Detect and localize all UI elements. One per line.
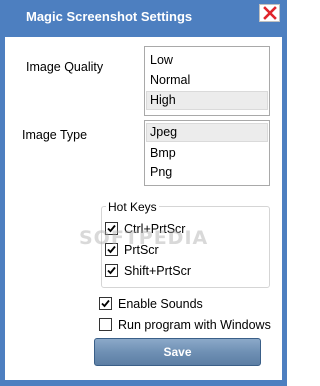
run-with-windows-checkbox[interactable]: [99, 318, 112, 331]
hotkey-shift-prtscr-checkbox[interactable]: [105, 264, 118, 277]
quality-option-normal[interactable]: Normal: [146, 71, 268, 90]
quality-option-high[interactable]: High: [146, 91, 268, 110]
close-button[interactable]: [259, 4, 280, 22]
settings-window: Magic Screenshot Settings Image Quality …: [0, 0, 287, 386]
title-bar[interactable]: Magic Screenshot Settings: [0, 0, 287, 34]
image-type-label: Image Type: [22, 128, 88, 142]
type-option-jpeg[interactable]: Jpeg: [146, 123, 268, 142]
save-button[interactable]: Save: [94, 338, 261, 366]
hot-keys-label: Hot Keys: [106, 200, 159, 214]
hotkey-shift-prtscr-label: Shift+PrtScr: [124, 264, 192, 278]
settings-panel: Image Quality Low Normal High Image Type…: [5, 37, 282, 380]
image-type-listbox[interactable]: Jpeg Bmp Png: [144, 120, 270, 186]
type-option-png[interactable]: Png: [146, 163, 268, 182]
enable-sounds-label: Enable Sounds: [118, 297, 203, 311]
image-quality-listbox[interactable]: Low Normal High: [144, 46, 270, 116]
image-quality-label: Image Quality: [26, 60, 104, 74]
check-icon: [101, 299, 110, 308]
check-icon: [107, 266, 116, 275]
run-with-windows-label: Run program with Windows: [118, 318, 271, 332]
type-option-bmp[interactable]: Bmp: [146, 144, 268, 163]
window-title: Magic Screenshot Settings: [26, 9, 193, 24]
watermark: SOFTPEDIA: [79, 227, 209, 249]
close-icon: [263, 6, 277, 20]
enable-sounds-checkbox[interactable]: [99, 297, 112, 310]
quality-option-low[interactable]: Low: [146, 51, 268, 70]
